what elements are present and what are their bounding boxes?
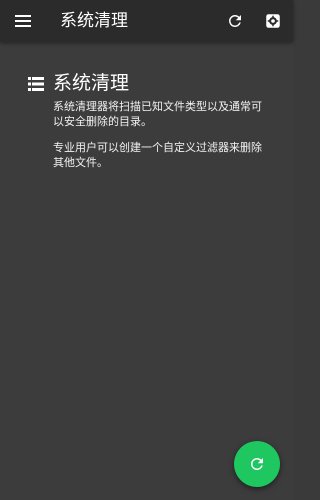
menu-icon — [15, 15, 31, 27]
refresh-icon — [228, 14, 241, 27]
app-window: 系统清理 系统清理 系统清理器将扫描已知文件类型以及通常可以安全删除的目录。 专… — [0, 0, 293, 500]
pro-description-text: 专业用户可以创建一个自定义过滤器来删除其他文件。 — [53, 141, 262, 169]
refresh-button[interactable] — [222, 8, 248, 34]
refresh-icon — [250, 458, 263, 470]
settings-button[interactable] — [260, 8, 286, 34]
toolbar-title: 系统清理 — [60, 11, 128, 31]
main-content: 系统清理 系统清理器将扫描已知文件类型以及通常可以安全删除的目录。 专业用户可以… — [0, 42, 293, 500]
menu-button[interactable] — [10, 8, 36, 34]
section-title: 系统清理 — [53, 72, 130, 94]
settings-icon — [266, 14, 280, 28]
app-bar: 系统清理 — [0, 0, 293, 42]
scan-fab-button[interactable] — [234, 441, 280, 487]
list-icon — [28, 77, 44, 91]
description-text: 系统清理器将扫描已知文件类型以及通常可以安全删除的目录。 — [53, 100, 262, 128]
